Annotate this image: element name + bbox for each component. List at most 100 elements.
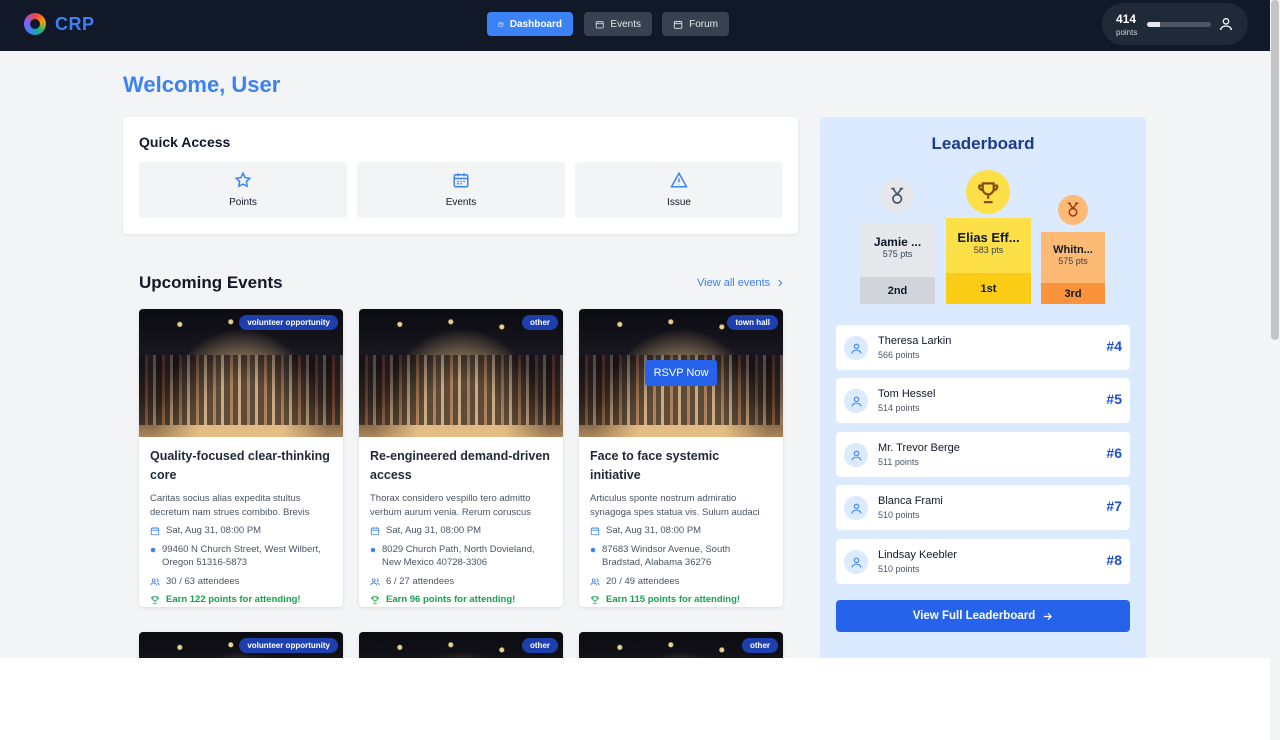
event-type-badge: other bbox=[742, 638, 778, 653]
quick-access-events[interactable]: Events bbox=[357, 162, 565, 218]
trophy-icon bbox=[966, 170, 1010, 214]
event-card[interactable]: other bbox=[359, 632, 563, 658]
leaderboard-row[interactable]: Mr. Trevor Berge 511 points #6 bbox=[836, 432, 1130, 477]
podium-rank: 1st bbox=[946, 273, 1031, 304]
calendar-icon bbox=[150, 527, 160, 536]
logo-text: CRP bbox=[55, 13, 95, 34]
event-date: Sat, Aug 31, 08:00 PM bbox=[590, 524, 772, 538]
event-description: Articulus sponte nostrum admiratio synag… bbox=[590, 493, 760, 518]
leaderboard-rank: #5 bbox=[1106, 391, 1122, 407]
event-date: Sat, Aug 31, 08:00 PM bbox=[150, 524, 332, 538]
leaderboard-rank: #8 bbox=[1106, 552, 1122, 568]
warning-icon bbox=[670, 171, 688, 188]
event-image: other bbox=[579, 632, 783, 658]
nav-forum-button[interactable]: Forum bbox=[662, 12, 729, 36]
upcoming-events-section: Upcoming Events View all events voluntee… bbox=[123, 257, 798, 658]
leaderboard-name: Blanca Frami bbox=[878, 495, 943, 507]
event-earn-text: Earn 122 points for attending! bbox=[166, 594, 301, 605]
podium-third[interactable]: Whitn... 575 pts 3rd bbox=[1041, 232, 1105, 304]
map-pin-icon bbox=[370, 547, 376, 552]
rsvp-now-button[interactable]: RSVP Now bbox=[645, 360, 717, 386]
user-icon bbox=[844, 389, 868, 413]
event-title: Face to face systemic initiative bbox=[590, 449, 720, 482]
event-attendees: 6 / 27 attendees bbox=[370, 575, 552, 589]
event-card[interactable]: town hall RSVP Now Face to face systemic… bbox=[579, 309, 783, 607]
quick-access-title: Quick Access bbox=[139, 134, 231, 150]
welcome-heading: Welcome, User bbox=[123, 72, 281, 97]
view-full-leaderboard-button[interactable]: View Full Leaderboard bbox=[836, 600, 1130, 632]
podium-first[interactable]: Elias Eff... 583 pts 1st bbox=[946, 218, 1031, 304]
map-pin-icon bbox=[150, 547, 156, 552]
calendar-icon bbox=[453, 173, 469, 188]
podium-rank: 2nd bbox=[860, 277, 935, 304]
leaderboard-name: Lindsay Keebler bbox=[878, 549, 957, 561]
event-card[interactable]: other Re-engineered demand-driven access… bbox=[359, 309, 563, 607]
event-card[interactable]: volunteer opportunity Quality-focused cl… bbox=[139, 309, 343, 607]
event-card[interactable]: volunteer opportunity bbox=[139, 632, 343, 658]
users-icon bbox=[590, 577, 600, 585]
event-location-text: 99460 N Church Street, West Wilbert, Ore… bbox=[162, 543, 321, 569]
view-all-events-link[interactable]: View all events bbox=[697, 277, 785, 289]
user-points-pill[interactable]: 414 points bbox=[1102, 3, 1248, 45]
nav-events-button[interactable]: Events bbox=[584, 12, 652, 36]
user-icon bbox=[844, 550, 868, 574]
leaderboard-panel: Leaderboard Jamie ... 575 pts 2nd Elias … bbox=[820, 117, 1146, 658]
event-earn-points: Earn 96 points for attending! bbox=[370, 593, 552, 607]
event-image: other bbox=[359, 632, 563, 658]
leaderboard-row[interactable]: Theresa Larkin 566 points #4 bbox=[836, 325, 1130, 370]
view-all-events-label: View all events bbox=[697, 277, 771, 289]
leaderboard-title: Leaderboard bbox=[931, 134, 1035, 153]
star-icon bbox=[234, 171, 252, 188]
trophy-icon bbox=[591, 596, 599, 605]
quick-access-points[interactable]: Points bbox=[139, 162, 347, 218]
scrollbar-thumb[interactable] bbox=[1271, 0, 1279, 340]
event-location-text: 8029 Church Path, North Dovieland, New M… bbox=[382, 543, 535, 569]
event-type-badge: volunteer opportunity bbox=[239, 638, 338, 653]
calendar-icon bbox=[498, 21, 504, 27]
event-earn-points: Earn 115 points for attending! bbox=[590, 593, 772, 607]
user-icon bbox=[844, 443, 868, 467]
trophy-icon bbox=[371, 596, 379, 605]
calendar-icon bbox=[595, 20, 604, 28]
event-type-badge: volunteer opportunity bbox=[239, 315, 338, 330]
event-image: volunteer opportunity bbox=[139, 309, 343, 437]
event-title: Quality-focused clear-thinking core bbox=[150, 449, 330, 482]
map-pin-icon bbox=[590, 547, 596, 552]
medal-icon bbox=[880, 179, 914, 213]
event-attendees-text: 30 / 63 attendees bbox=[166, 575, 240, 587]
user-points-value: 414 bbox=[1116, 12, 1137, 26]
event-attendees: 30 / 63 attendees bbox=[150, 575, 332, 589]
chevron-right-icon bbox=[778, 279, 783, 287]
leaderboard-row[interactable]: Lindsay Keebler 510 points #8 bbox=[836, 539, 1130, 584]
leaderboard-points: 510 points bbox=[878, 510, 920, 520]
quick-access-label: Issue bbox=[667, 197, 691, 208]
logo[interactable]: CRP bbox=[24, 13, 95, 35]
leaderboard-row[interactable]: Blanca Frami 510 points #7 bbox=[836, 485, 1130, 530]
event-date: Sat, Aug 31, 08:00 PM bbox=[370, 524, 552, 538]
podium-rank: 3rd bbox=[1041, 283, 1105, 304]
user-icon[interactable] bbox=[1218, 16, 1234, 32]
event-location: 87683 Windsor Avenue, South Bradstad, Al… bbox=[590, 543, 772, 570]
quick-access-issue[interactable]: Issue bbox=[575, 162, 783, 218]
leaderboard-points: 514 points bbox=[878, 403, 920, 413]
podium-name: Jamie ... bbox=[873, 235, 922, 249]
podium-second[interactable]: Jamie ... 575 pts 2nd bbox=[860, 223, 935, 304]
event-earn-points: Earn 122 points for attending! bbox=[150, 593, 332, 607]
nav-dashboard-button[interactable]: Dashboard bbox=[487, 12, 573, 36]
points-progress-fill bbox=[1147, 22, 1160, 27]
upcoming-events-title: Upcoming Events bbox=[139, 273, 283, 292]
trophy-icon bbox=[151, 596, 159, 605]
nav-events-label: Events bbox=[610, 18, 641, 30]
users-icon bbox=[150, 577, 160, 585]
calendar-icon bbox=[673, 20, 683, 29]
event-type-badge: other bbox=[522, 638, 558, 653]
event-card[interactable]: other bbox=[579, 632, 783, 658]
event-earn-text: Earn 115 points for attending! bbox=[606, 594, 741, 605]
event-date-text: Sat, Aug 31, 08:00 PM bbox=[166, 525, 262, 536]
leaderboard-row[interactable]: Tom Hessel 514 points #5 bbox=[836, 378, 1130, 423]
nav-dashboard-label: Dashboard bbox=[509, 18, 562, 30]
event-date-text: Sat, Aug 31, 08:00 PM bbox=[386, 525, 482, 536]
nav-forum-label: Forum bbox=[689, 18, 718, 30]
event-location-text: 87683 Windsor Avenue, South Bradstad, Al… bbox=[602, 543, 731, 569]
main-content: Welcome, User Quick Access Points Events… bbox=[0, 51, 1270, 658]
